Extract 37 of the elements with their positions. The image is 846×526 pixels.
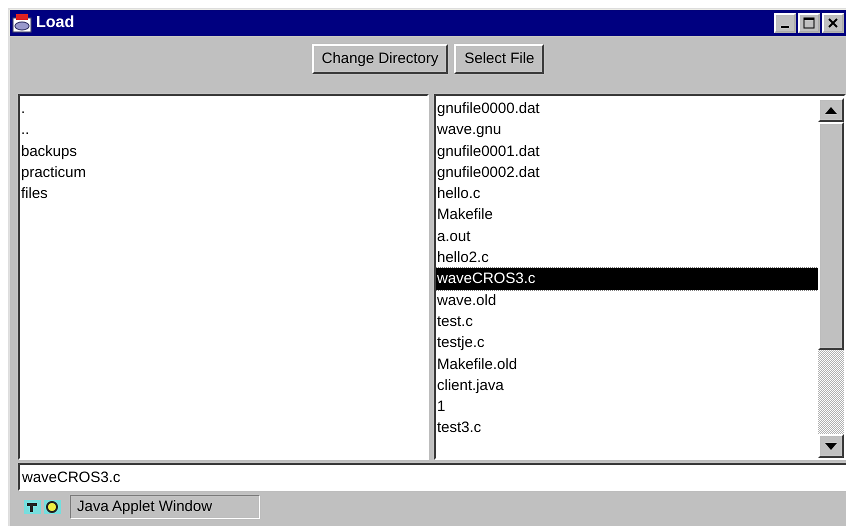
maximize-icon <box>803 17 815 29</box>
list-item[interactable]: testje.c <box>436 332 818 354</box>
applet-icon <box>12 13 32 33</box>
list-item[interactable]: test3.c <box>436 417 818 439</box>
list-item[interactable]: Makefile.old <box>436 354 818 375</box>
up-arrow-icon <box>825 106 837 114</box>
list-item[interactable]: Makefile <box>436 204 818 226</box>
minimize-icon <box>781 26 789 28</box>
list-item[interactable]: wave.gnu <box>436 119 818 141</box>
applet-warning-icon <box>24 498 62 516</box>
toolbar-button[interactable]: Select File <box>454 44 544 74</box>
list-item[interactable]: gnufile0001.dat <box>436 140 818 162</box>
window-title: Load <box>36 13 74 33</box>
list-item[interactable]: client.java <box>436 374 818 396</box>
list-item[interactable]: .. <box>20 119 427 141</box>
list-item[interactable]: 1 <box>436 396 818 418</box>
filename-field[interactable]: waveCROS3.c <box>18 463 846 491</box>
list-item[interactable]: hello2.c <box>436 247 818 268</box>
minimize-button[interactable] <box>774 13 796 33</box>
toolbar-button[interactable]: Change Directory <box>312 44 448 74</box>
list-item[interactable]: backups <box>20 140 427 162</box>
status-text: Java Applet Window <box>70 495 260 519</box>
list-item[interactable]: gnufile0002.dat <box>436 162 818 184</box>
close-icon <box>827 17 839 29</box>
list-item[interactable]: practicum <box>20 162 427 184</box>
close-button[interactable] <box>822 13 844 33</box>
list-item[interactable]: a.out <box>436 226 818 248</box>
list-item[interactable]: test.c <box>436 310 818 332</box>
down-arrow-icon <box>825 442 837 450</box>
scrollbar[interactable] <box>818 98 844 458</box>
list-item[interactable]: files <box>20 183 427 204</box>
list-item[interactable]: wave.old <box>436 290 818 311</box>
maximize-button[interactable] <box>798 13 820 33</box>
list-item[interactable]: gnufile0000.dat <box>436 98 818 120</box>
list-item[interactable]: waveCROS3.c <box>436 268 818 290</box>
list-item[interactable]: . <box>20 98 427 120</box>
list-item[interactable]: hello.c <box>436 183 818 204</box>
